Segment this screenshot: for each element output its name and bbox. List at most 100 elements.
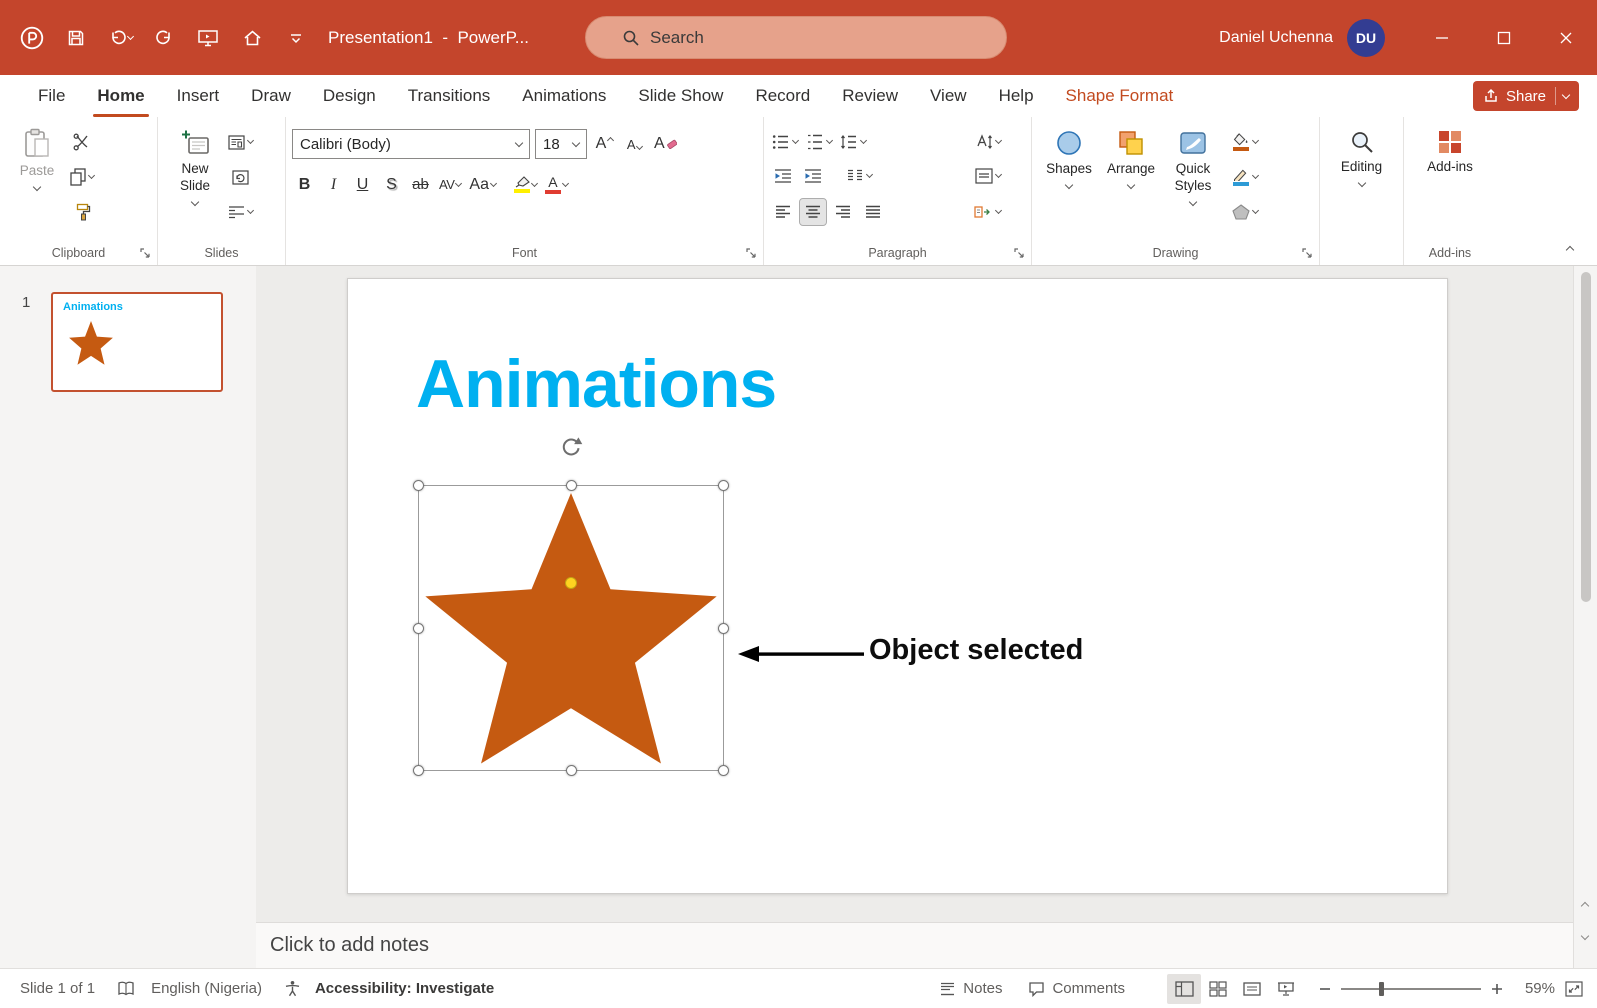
decrease-indent-button[interactable] (770, 163, 796, 189)
paste-button[interactable]: Paste (6, 122, 68, 238)
slideshow-view-button[interactable] (1269, 974, 1303, 1004)
cut-button[interactable] (68, 129, 96, 155)
search-box[interactable]: Search (585, 16, 1007, 59)
slide-thumbnail[interactable]: Animations (51, 292, 223, 392)
accessibility-icon[interactable] (284, 980, 301, 997)
numbering-button[interactable] (804, 129, 834, 155)
decrease-font-size-button[interactable]: A (622, 131, 647, 158)
columns-button[interactable] (844, 163, 874, 189)
addins-button[interactable]: Add-ins (1419, 122, 1481, 176)
close-button[interactable] (1535, 0, 1597, 75)
arrange-button[interactable]: Arrange (1100, 122, 1162, 238)
bullets-button[interactable] (770, 129, 800, 155)
justify-button[interactable] (860, 199, 886, 225)
increase-indent-button[interactable] (800, 163, 826, 189)
tab-animations[interactable]: Animations (506, 75, 622, 117)
scrollbar-thumb[interactable] (1581, 272, 1591, 602)
text-direction-button[interactable] (973, 129, 1003, 155)
resize-handle-bottom-left[interactable] (413, 765, 424, 776)
new-slide-button[interactable]: New Slide (164, 122, 226, 238)
tab-file[interactable]: File (22, 75, 81, 117)
star-shape[interactable] (418, 493, 724, 765)
zoom-in-button[interactable] (1491, 983, 1503, 995)
font-dialog-launcher[interactable] (744, 246, 758, 260)
align-left-button[interactable] (770, 199, 796, 225)
change-case-button[interactable]: Aa (467, 171, 498, 198)
vertical-scrollbar[interactable] (1573, 266, 1597, 968)
slide-layout-button[interactable] (226, 129, 255, 155)
resize-handle-top-left[interactable] (413, 480, 424, 491)
tab-slide-show[interactable]: Slide Show (622, 75, 739, 117)
tab-insert[interactable]: Insert (161, 75, 236, 117)
bold-button[interactable]: B (292, 171, 317, 198)
shape-fill-button[interactable] (1230, 129, 1260, 155)
shapes-button[interactable]: Shapes (1038, 122, 1100, 238)
start-slideshow-button[interactable] (190, 20, 226, 56)
spellcheck-icon[interactable] (117, 981, 137, 997)
accessibility-status[interactable]: Accessibility: Investigate (315, 980, 494, 997)
convert-to-smartart-button[interactable] (971, 199, 1003, 225)
line-spacing-button[interactable] (838, 129, 868, 155)
text-shadow-button[interactable]: S (379, 171, 404, 198)
character-spacing-button[interactable]: AV (437, 171, 463, 198)
tab-view[interactable]: View (914, 75, 983, 117)
tab-draw[interactable]: Draw (235, 75, 307, 117)
undo-button[interactable] (102, 20, 138, 56)
strikethrough-button[interactable]: ab (408, 171, 433, 198)
tab-transitions[interactable]: Transitions (392, 75, 507, 117)
collapse-ribbon-button[interactable] (1559, 239, 1581, 257)
share-button[interactable]: Share (1473, 81, 1579, 111)
align-right-button[interactable] (830, 199, 856, 225)
format-painter-button[interactable] (68, 199, 96, 225)
notes-pane[interactable]: Click to add notes (256, 922, 1573, 968)
language-selector[interactable]: English (Nigeria) (151, 980, 262, 997)
shape-outline-button[interactable] (1230, 164, 1260, 190)
adjust-handle[interactable] (565, 577, 577, 589)
comments-toggle[interactable]: Comments (1028, 980, 1125, 997)
underline-button[interactable]: U (350, 171, 375, 198)
italic-button[interactable]: I (321, 171, 346, 198)
zoom-slider-thumb[interactable] (1379, 982, 1384, 996)
normal-view-button[interactable] (1167, 974, 1201, 1004)
section-button[interactable] (226, 199, 255, 225)
resize-handle-top-right[interactable] (718, 480, 729, 491)
align-text-button[interactable] (973, 163, 1003, 189)
next-slide-button[interactable] (1582, 926, 1590, 934)
rotation-handle[interactable] (559, 434, 583, 458)
resize-handle-bottom-right[interactable] (718, 765, 729, 776)
reading-view-button[interactable] (1235, 974, 1269, 1004)
text-highlight-button[interactable] (512, 171, 539, 198)
fit-to-window-button[interactable] (1565, 981, 1583, 997)
resize-handle-top-middle[interactable] (566, 480, 577, 491)
resize-handle-bottom-middle[interactable] (566, 765, 577, 776)
notes-toggle[interactable]: Notes (939, 980, 1002, 997)
slide-canvas[interactable]: Animations Ob (347, 278, 1448, 894)
paragraph-dialog-launcher[interactable] (1012, 246, 1026, 260)
font-name-select[interactable]: Calibri (Body) (292, 129, 530, 159)
redo-button[interactable] (146, 20, 182, 56)
zoom-percentage[interactable]: 59% (1511, 980, 1555, 997)
tab-help[interactable]: Help (983, 75, 1050, 117)
shape-effects-button[interactable] (1230, 199, 1260, 225)
align-center-button[interactable] (800, 199, 826, 225)
tab-design[interactable]: Design (307, 75, 392, 117)
customize-qat-button[interactable] (278, 20, 314, 56)
copy-button[interactable] (68, 164, 96, 190)
clipboard-dialog-launcher[interactable] (138, 246, 152, 260)
tab-record[interactable]: Record (739, 75, 826, 117)
zoom-out-button[interactable] (1319, 983, 1331, 995)
previous-slide-button[interactable] (1582, 896, 1590, 904)
quick-styles-button[interactable]: Quick Styles (1162, 122, 1224, 238)
increase-font-size-button[interactable]: A (592, 131, 617, 158)
home-button[interactable] (234, 20, 270, 56)
tab-shape-format[interactable]: Shape Format (1050, 75, 1190, 117)
reset-slide-button[interactable] (226, 164, 255, 190)
slide-sorter-view-button[interactable] (1201, 974, 1235, 1004)
font-color-button[interactable]: A (543, 171, 570, 198)
tab-home[interactable]: Home (81, 75, 160, 117)
maximize-button[interactable] (1473, 0, 1535, 75)
font-size-select[interactable]: 18 (535, 129, 587, 159)
tab-review[interactable]: Review (826, 75, 914, 117)
clear-formatting-button[interactable]: A (652, 131, 679, 158)
slide-title-text[interactable]: Animations (416, 345, 776, 423)
